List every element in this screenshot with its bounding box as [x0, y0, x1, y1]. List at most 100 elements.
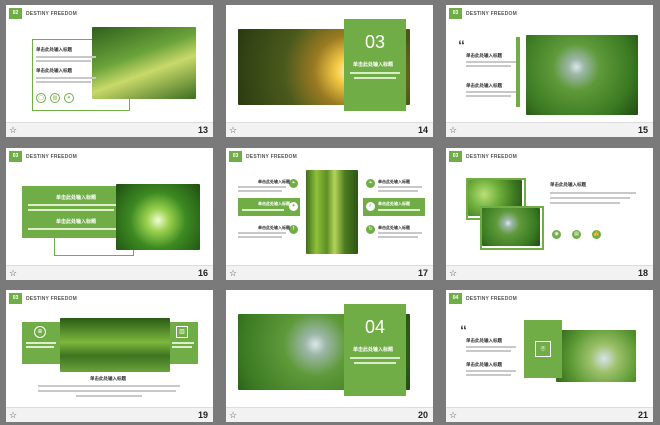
slide-number: 13 [197, 125, 208, 135]
text-line [350, 72, 400, 74]
text-line [466, 65, 511, 67]
check-icon: ✓ [366, 202, 375, 211]
slide-21-canvas: 04 DESTINY FREEDOM “ 单击此处输入标题 单击此处输入标题 ⌾ [446, 290, 653, 407]
slide-16-canvas: 03 DESTINY FREEDOM 单击此处输入标题 单击此处输入标题 [6, 148, 213, 265]
slide-thumbnail-18[interactable]: 03 DESTINY FREEDOM 单击此处输入标题 ◉ ▤ 👍 ☆ 18 [446, 148, 653, 280]
text-line [172, 346, 192, 348]
text-line [38, 390, 176, 392]
text-line [378, 232, 422, 234]
star-icon[interactable]: ☆ [449, 409, 457, 421]
text-title: 单击此处输入标题 [550, 182, 586, 187]
slide-thumbnail-14[interactable]: 03 单击此处输入标题 ☆ 14 [226, 5, 433, 137]
text-line [378, 236, 418, 238]
text-line [466, 350, 511, 352]
item-title: 单击此处输入标题 [258, 201, 290, 206]
slide-15-canvas: 03 DESTINY FREEDOM “ 单击此处输入标题 单击此处输入标题 [446, 5, 653, 122]
item-title: 单击此处输入标题 [378, 201, 410, 206]
slide-number: 19 [197, 410, 208, 420]
text-line [36, 77, 96, 79]
slide-thumbnail-19[interactable]: 03 DESTINY FREEDOM ⊕ ▥ 单击此处输入标题 ☆ 19 [6, 290, 213, 422]
slide-thumbnail-21[interactable]: 04 DESTINY FREEDOM “ 单击此处输入标题 单击此处输入标题 ⌾… [446, 290, 653, 422]
text-line [36, 81, 91, 83]
thumbs-up-icon: 👍 [592, 230, 601, 239]
slide-number: 17 [417, 268, 428, 278]
slide-thumbnail-13[interactable]: 02 DESTINY FREEDOM 单击此处输入标题 单击此处输入标题 ◯ ▥… [6, 5, 213, 137]
text-line [28, 228, 118, 230]
slide-number: 14 [417, 125, 428, 135]
text-line [28, 209, 114, 211]
brand-label: DESTINY FREEDOM [26, 11, 77, 17]
slide-20-canvas: 04 单击此处输入标题 [226, 290, 433, 407]
text-line [550, 202, 620, 204]
star-icon[interactable]: ☆ [449, 267, 457, 279]
text-line [36, 56, 96, 58]
slide-number: 21 [637, 410, 648, 420]
item-title: 单击此处输入标题 [378, 225, 410, 230]
text-line [26, 342, 56, 344]
section-title: 单击此处输入标题 [353, 347, 394, 353]
slide-number: 16 [197, 268, 208, 278]
slide-thumbnail-16[interactable]: 03 DESTINY FREEDOM 单击此处输入标题 单击此处输入标题 ☆ 1… [6, 148, 213, 280]
star-icon[interactable]: ☆ [9, 124, 17, 136]
slide-thumbnail-15[interactable]: 03 DESTINY FREEDOM “ 单击此处输入标题 单击此处输入标题 ☆… [446, 5, 653, 137]
item-title: 单击此处输入标题 [378, 179, 410, 184]
slide-18-canvas: 03 DESTINY FREEDOM 单击此处输入标题 ◉ ▤ 👍 [446, 148, 653, 265]
text-line [38, 385, 180, 387]
text-line [550, 192, 636, 194]
refresh-icon: ↻ [366, 225, 375, 234]
text-line [466, 91, 516, 93]
text-line [466, 95, 511, 97]
text-line [172, 342, 194, 344]
chapter-tag: 02 [9, 8, 22, 19]
text-title: 单击此处输入标题 [90, 376, 126, 381]
fern-photo [116, 184, 200, 250]
chapter-tag: 04 [449, 293, 462, 304]
text-line [26, 346, 54, 348]
text-title: 单击此处输入标题 [36, 47, 72, 52]
star-icon[interactable]: ☆ [229, 267, 237, 279]
bamboo-photo [306, 170, 358, 254]
item-title: 单击此处输入标题 [258, 225, 290, 230]
slide-footer: ☆ 13 [6, 122, 213, 137]
chapter-tag: 03 [9, 293, 22, 304]
location-pin-icon: ⌾ [535, 341, 551, 357]
star-icon[interactable]: ☆ [449, 124, 457, 136]
panel-title: 单击此处输入标题 [56, 219, 97, 225]
star-icon[interactable]: ☆ [229, 409, 237, 421]
star-icon[interactable]: ☆ [9, 267, 17, 279]
item-title: 单击此处输入标题 [258, 179, 290, 184]
chapter-tag: 03 [449, 8, 462, 19]
text-line [238, 236, 282, 238]
slide-footer: ☆ 19 [6, 407, 213, 422]
twitter-icon: ✦ [289, 202, 298, 211]
star-icon[interactable]: ☆ [229, 124, 237, 136]
brand-label: DESTINY FREEDOM [26, 154, 77, 160]
brand-label: DESTINY FREEDOM [26, 296, 77, 302]
text-line [466, 61, 516, 63]
slide-footer: ☆ 17 [226, 265, 433, 280]
building-icon: ▥ [176, 326, 188, 338]
user-icon: ◯ [36, 93, 46, 103]
quote-icon: “ [458, 37, 465, 53]
slide-thumbnail-20[interactable]: 04 单击此处输入标题 ☆ 20 [226, 290, 433, 422]
leaf-icon: ❧ [289, 179, 298, 188]
slide-footer: ☆ 18 [446, 265, 653, 280]
text-line [350, 357, 400, 359]
accent-bar [516, 37, 520, 107]
chapter-tag: 03 [449, 151, 462, 162]
chart-icon: ▥ [50, 93, 60, 103]
star-icon[interactable]: ☆ [9, 409, 17, 421]
text-line [28, 204, 120, 206]
brand-label: DESTINY FREEDOM [466, 11, 517, 17]
text-line [238, 186, 286, 188]
settings-icon: ✦ [64, 93, 74, 103]
leaf-icon: ❧ [366, 179, 375, 188]
dandelion-photo [482, 208, 540, 246]
chat-icon: ◉ [552, 230, 561, 239]
forest-photo [92, 27, 196, 99]
slide-thumbnail-17[interactable]: 03 DESTINY FREEDOM ❧ 单击此处输入标题 ✦ 单击此处输入标题… [226, 148, 433, 280]
brand-label: DESTINY FREEDOM [246, 154, 297, 160]
text-line [238, 232, 286, 234]
document-icon: ▤ [572, 230, 581, 239]
text-title: 单击此处输入标题 [466, 362, 502, 367]
